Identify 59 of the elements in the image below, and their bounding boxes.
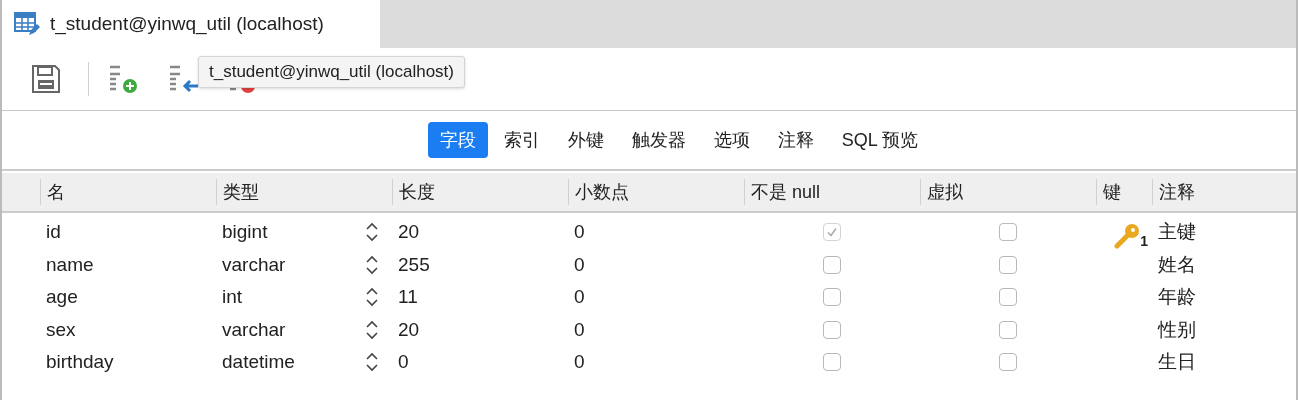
table-cell-text: 年龄: [1158, 285, 1196, 310]
table-cell: age: [46, 286, 78, 309]
tab[interactable]: 外键: [555, 122, 616, 158]
virtual-checkbox[interactable]: [999, 288, 1017, 307]
table-cell: 11: [398, 286, 418, 309]
column-header[interactable]: 虚拟: [920, 179, 1096, 205]
table-cell: 20: [398, 318, 420, 341]
column-header[interactable]: 不是 null: [744, 179, 920, 205]
table-cell: 0: [574, 318, 585, 341]
virtual-checkbox[interactable]: [999, 223, 1017, 242]
table-cell: bigint: [222, 221, 268, 244]
chevron-up-down-icon[interactable]: [366, 254, 378, 275]
chevron-up-down-icon[interactable]: [366, 287, 378, 308]
table-cell: 0: [574, 351, 585, 374]
table-cell: 255: [398, 253, 430, 276]
column-header[interactable]: 名: [40, 179, 216, 205]
tab[interactable]: 触发器: [619, 122, 698, 158]
column-header[interactable]: 长度: [392, 179, 568, 205]
table-cell: 0: [574, 253, 585, 276]
chevron-up-down-icon[interactable]: [366, 319, 378, 340]
tab[interactable]: 字段: [427, 122, 488, 158]
document-tab[interactable]: t_student@yinwq_util (localhost): [2, 0, 380, 48]
column-header[interactable]: 键: [1096, 179, 1152, 205]
key-order: 1: [1140, 232, 1148, 249]
table-cell: sex: [46, 318, 76, 341]
virtual-checkbox[interactable]: [999, 255, 1017, 274]
tab[interactable]: 选项: [701, 122, 762, 158]
tab[interactable]: 索引: [491, 122, 552, 158]
table-cell: birthday: [46, 351, 114, 374]
table-cell: name: [46, 253, 94, 276]
chevron-up-down-icon[interactable]: [366, 222, 378, 243]
table-cell: int: [222, 286, 243, 309]
column-header[interactable]: 小数点: [568, 179, 744, 205]
virtual-checkbox[interactable]: [999, 320, 1017, 339]
virtual-checkbox[interactable]: [999, 353, 1017, 372]
tooltip: t_student@yinwq_util (localhost): [198, 56, 465, 88]
not-null-checkbox[interactable]: [823, 288, 841, 307]
table-cell: varchar: [222, 253, 286, 276]
table-cell: 0: [398, 351, 409, 374]
table-cell: datetime: [222, 351, 295, 374]
table-cell: 0: [574, 221, 585, 244]
tab[interactable]: SQL 预览: [829, 122, 931, 158]
column-header[interactable]: 注释: [1152, 179, 1296, 205]
not-null-checkbox[interactable]: [823, 353, 841, 372]
chevron-up-down-icon[interactable]: [366, 352, 378, 373]
check-icon: [826, 226, 838, 239]
tab[interactable]: 注释: [765, 122, 826, 158]
table-cell-text: 性别: [1158, 317, 1196, 342]
table-cell-text: 姓名: [1158, 252, 1196, 277]
column-header[interactable]: 类型: [216, 179, 392, 205]
table-cell: 0: [574, 286, 585, 309]
table-edit-icon: [14, 11, 40, 37]
table-cell: id: [46, 221, 61, 244]
table-cell: varchar: [222, 318, 286, 341]
table-cell-text: 主键: [1158, 220, 1196, 245]
not-null-checkbox[interactable]: [823, 255, 841, 274]
not-null-checkbox[interactable]: [823, 320, 841, 339]
table-cell-text: 生日: [1158, 350, 1196, 375]
table-cell: 20: [398, 221, 420, 244]
